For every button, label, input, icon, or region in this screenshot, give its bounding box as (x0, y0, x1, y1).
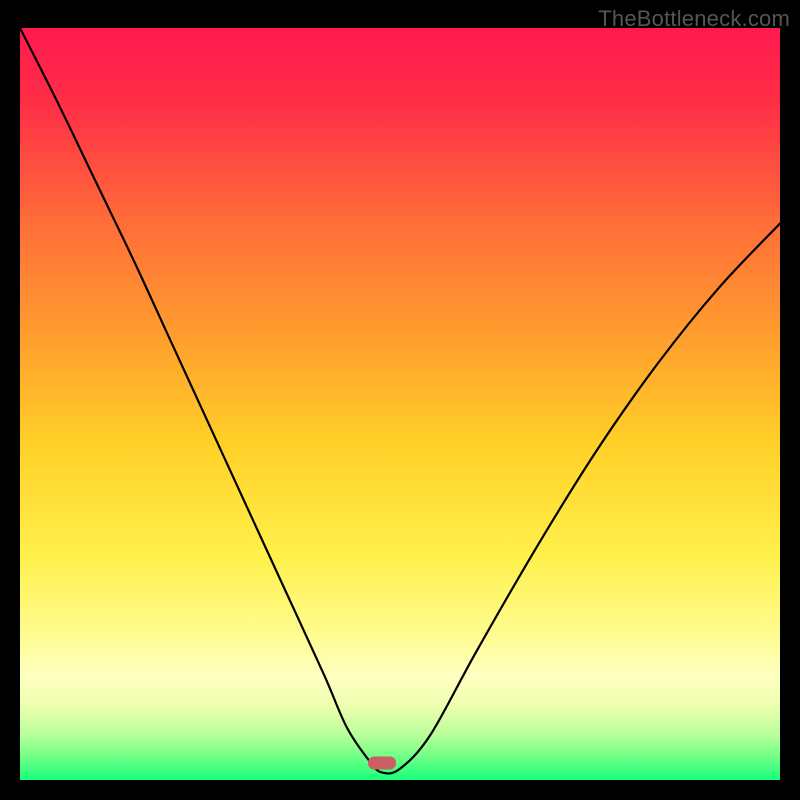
curve-layer (20, 28, 780, 780)
watermark-text: TheBottleneck.com (598, 6, 790, 32)
chart-frame: TheBottleneck.com (0, 0, 800, 800)
bottleneck-curve (20, 28, 780, 774)
optimum-marker (368, 756, 396, 769)
plot-area (20, 28, 780, 780)
